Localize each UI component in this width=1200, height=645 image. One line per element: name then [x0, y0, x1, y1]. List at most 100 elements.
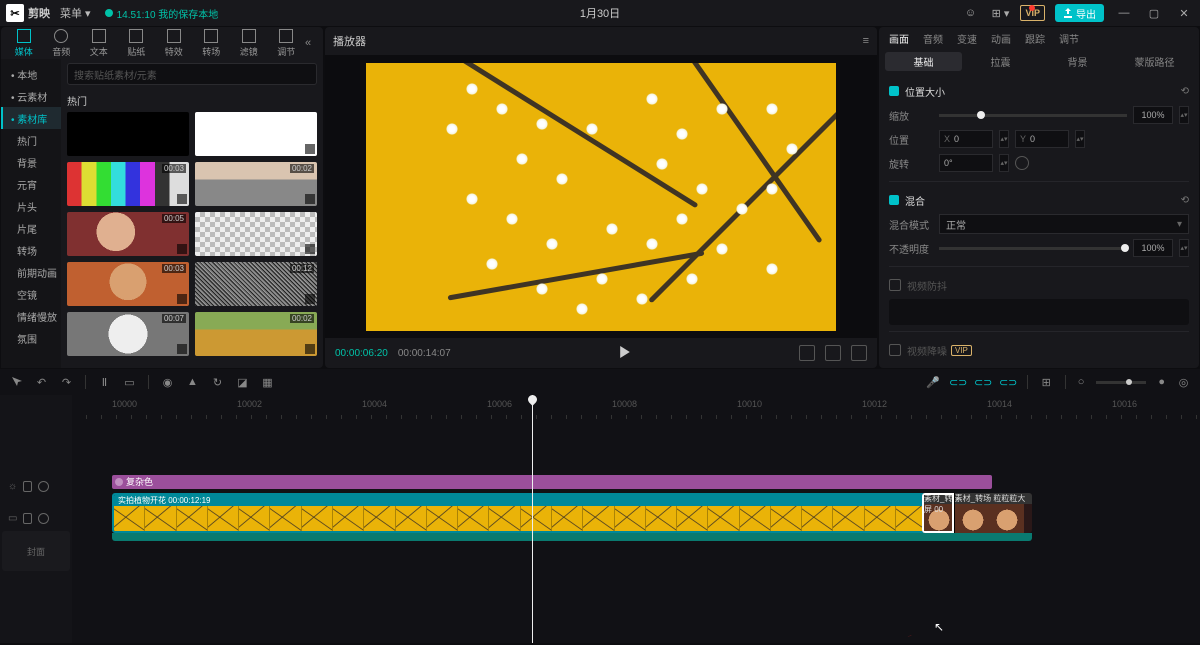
media-nav-item[interactable]: • 云素材 — [1, 85, 61, 107]
play-button[interactable] — [461, 346, 789, 361]
position-y-input[interactable]: Y0 — [1015, 130, 1069, 148]
search-input[interactable]: 搜索贴纸素材/元素 — [67, 63, 317, 85]
safe-zone-button[interactable] — [799, 345, 815, 361]
main-menu-dropdown[interactable]: 菜单 ▾ — [60, 5, 91, 21]
video-clip-main[interactable]: 实拍植物开花 00:00:12:19 — [112, 493, 992, 533]
maximize-button[interactable]: ▢ — [1144, 4, 1164, 22]
layout-switch-button[interactable]: ⊞ ▾ — [990, 4, 1010, 22]
video-clip-secondary[interactable]: 素材_转 素材_转场 粒粒粒大屏 00 — [922, 493, 1032, 533]
media-nav-item[interactable]: • 本地 — [1, 63, 61, 85]
media-nav-item[interactable]: 空镜 — [1, 283, 61, 305]
collapse-sidebar-button[interactable]: « — [305, 37, 319, 49]
media-nav-item[interactable]: 情绪慢放 — [1, 305, 61, 327]
tab-animation[interactable]: 动画 — [991, 31, 1011, 46]
lock-icon[interactable] — [23, 481, 32, 492]
media-nav-item[interactable]: 片头 — [1, 195, 61, 217]
ratio-button[interactable] — [825, 345, 841, 361]
freeze-icon[interactable]: ▦ — [261, 376, 274, 389]
blend-mode-select[interactable]: 正常 — [939, 214, 1189, 234]
fullscreen-button[interactable] — [851, 345, 867, 361]
media-nav-item[interactable]: • 素材库 — [1, 107, 61, 129]
media-thumbnail[interactable]: 00:03 — [67, 262, 189, 306]
download-icon[interactable] — [177, 244, 187, 254]
color-adjustment-clip[interactable]: 复杂色 — [112, 475, 992, 489]
opacity-slider[interactable] — [939, 247, 1127, 250]
media-thumbnail[interactable] — [195, 212, 317, 256]
undo-icon[interactable]: ↶ — [35, 376, 48, 389]
tab-media[interactable]: 媒体 — [5, 28, 43, 58]
magnet-icon[interactable]: ⊂⊃ — [952, 376, 965, 389]
media-thumbnail[interactable]: 00:03 — [67, 162, 189, 206]
opacity-stepper[interactable]: ▴▾ — [1179, 239, 1189, 257]
crop-icon[interactable]: ◪ — [236, 376, 249, 389]
lock-icon[interactable] — [23, 513, 32, 524]
cover-button[interactable]: 封面 — [2, 531, 70, 571]
media-nav-item[interactable]: 热门 — [1, 129, 61, 151]
tab-sticker[interactable]: 贴纸 — [118, 28, 156, 58]
subtab-background[interactable]: 背景 — [1039, 52, 1116, 71]
subtab-basic[interactable]: 基础 — [885, 52, 962, 71]
position-x-input[interactable]: X0 — [939, 130, 993, 148]
download-icon[interactable] — [177, 344, 187, 354]
media-nav-item[interactable]: 氛围 — [1, 327, 61, 349]
subtab-crop[interactable]: 拉震 — [962, 52, 1039, 71]
rotation-stepper[interactable]: ▴▾ — [999, 154, 1009, 172]
tab-audio-prop[interactable]: 音频 — [923, 31, 943, 46]
link-icon[interactable]: ⊂⊃ — [977, 376, 990, 389]
track-header-effect[interactable]: ☼ — [0, 475, 72, 497]
media-nav-item[interactable]: 片尾 — [1, 217, 61, 239]
media-thumbnail[interactable]: 00:02 — [195, 162, 317, 206]
delete-icon[interactable]: ▭ — [123, 376, 136, 389]
position-x-stepper[interactable]: ▴▾ — [999, 130, 1009, 148]
download-icon[interactable] — [305, 244, 315, 254]
rotation-dial-icon[interactable] — [1015, 156, 1029, 170]
vip-badge[interactable]: VIP — [1020, 5, 1045, 21]
redo-icon[interactable]: ↷ — [60, 376, 73, 389]
video-stabilize-toggle[interactable]: 视频防抖 — [889, 273, 1189, 297]
audio-waveform-strip[interactable] — [112, 533, 1032, 541]
media-thumbnail[interactable]: 00:05 — [67, 212, 189, 256]
tab-transition[interactable]: 转场 — [193, 28, 231, 58]
close-button[interactable]: ✕ — [1174, 4, 1194, 22]
download-icon[interactable] — [305, 344, 315, 354]
speed-icon[interactable]: ◉ — [161, 376, 174, 389]
preview-menu-icon[interactable]: ≡ — [863, 35, 869, 47]
download-icon[interactable] — [177, 294, 187, 304]
position-y-stepper[interactable]: ▴▾ — [1075, 130, 1085, 148]
export-button[interactable]: 导出 — [1055, 4, 1104, 22]
reset-position-icon[interactable]: ⟲ — [1181, 86, 1189, 97]
tab-filter[interactable]: 滤镜 — [230, 28, 268, 58]
tab-audio[interactable]: 音频 — [43, 28, 81, 58]
tab-adjust-prop[interactable]: 调节 — [1059, 31, 1079, 46]
zoom-in-icon[interactable]: ● — [1158, 376, 1165, 388]
media-thumbnail[interactable] — [67, 112, 189, 156]
clip-selection-handle[interactable] — [922, 493, 954, 533]
tab-adjust[interactable]: 调节 — [268, 28, 306, 58]
download-icon[interactable] — [305, 294, 315, 304]
preview-viewport[interactable] — [325, 55, 877, 338]
video-denoise-toggle[interactable]: 视频降噪VIP — [889, 338, 1189, 362]
tab-effects[interactable]: 特效 — [155, 28, 193, 58]
download-icon[interactable] — [305, 144, 315, 154]
media-thumbnail[interactable]: 00:02 — [195, 312, 317, 356]
tab-tracking[interactable]: 跟踪 — [1025, 31, 1045, 46]
media-nav-item[interactable]: 背景 — [1, 151, 61, 173]
timeline-tracks-area[interactable]: 1000010002100041000610008100101001210014… — [72, 395, 1200, 643]
solo-icon[interactable]: ☼ — [8, 481, 17, 492]
media-thumbnail[interactable]: 00:07 — [67, 312, 189, 356]
scale-slider[interactable] — [939, 114, 1127, 117]
feedback-button[interactable]: ☺ — [960, 4, 980, 22]
mic-icon[interactable]: 🎤 — [927, 376, 940, 389]
split-icon[interactable]: Ⅱ — [98, 376, 111, 389]
tab-picture[interactable]: 画面 — [889, 31, 909, 46]
track-layout-icon[interactable]: ⊞ — [1040, 376, 1053, 389]
scale-stepper[interactable]: ▴▾ — [1179, 106, 1189, 124]
preview-sync-icon[interactable]: ⊂⊃ — [1002, 376, 1015, 389]
mirror-icon[interactable]: ▲ — [186, 376, 199, 389]
media-nav-item[interactable]: 转场 — [1, 239, 61, 261]
zoom-slider[interactable] — [1096, 381, 1146, 384]
tab-text[interactable]: 文本 — [80, 28, 118, 58]
reset-blend-icon[interactable]: ⟲ — [1181, 195, 1189, 206]
rotate-icon[interactable]: ↻ — [211, 376, 224, 389]
download-icon[interactable] — [177, 194, 187, 204]
